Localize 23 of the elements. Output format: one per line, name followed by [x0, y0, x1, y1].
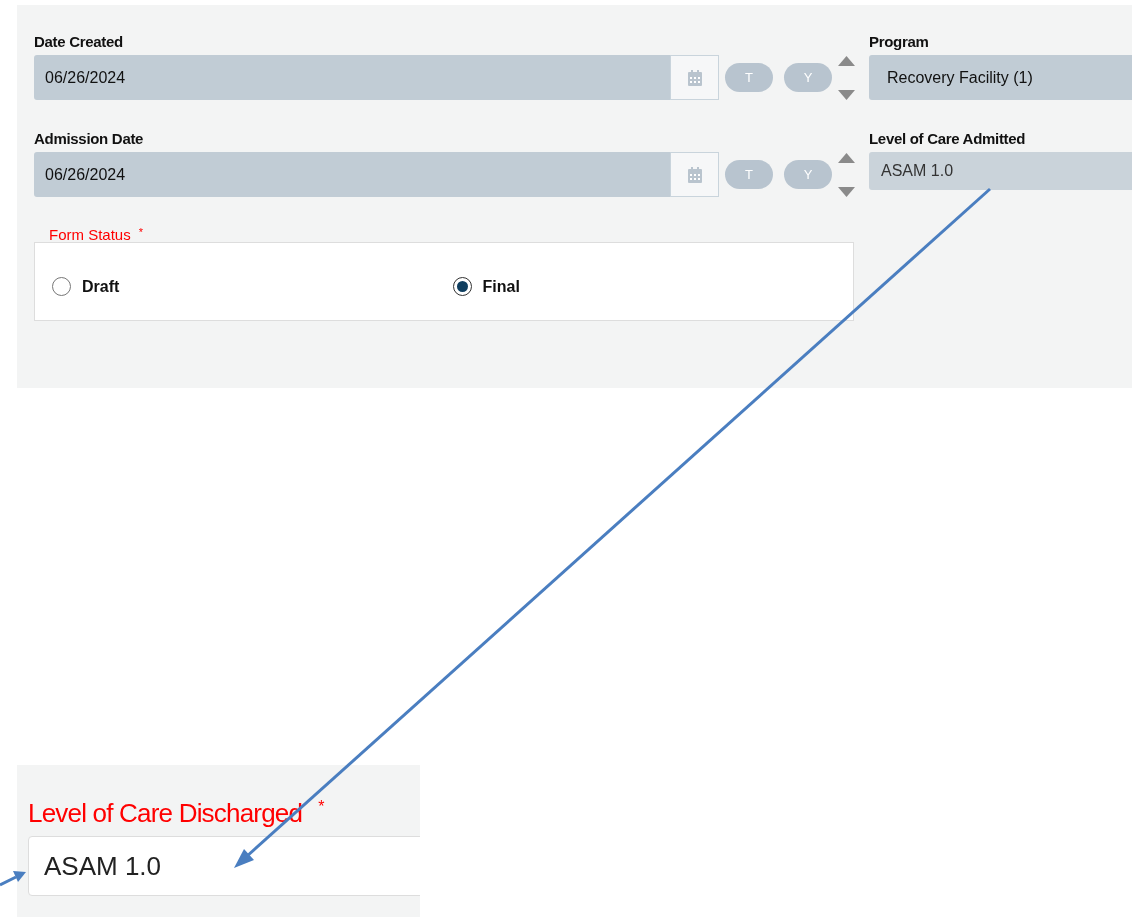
up-arrow-icon: [838, 152, 855, 163]
down-arrow-icon: [838, 186, 855, 197]
form-status-label: Form Status: [49, 226, 132, 243]
required-mark: *: [318, 798, 325, 816]
radio-button[interactable]: [452, 277, 472, 296]
up-arrow-icon: [838, 55, 855, 66]
annotation-arrow: [0, 871, 26, 887]
date-field[interactable]: 06/26/2024: [34, 152, 670, 197]
radio-option[interactable]: Final: [452, 277, 853, 296]
field-label: Level of Care Admitted: [869, 129, 1026, 147]
field-label: Admission Date: [34, 129, 145, 147]
field-label: Date Created: [34, 32, 124, 50]
level-field[interactable]: ASAM 1.0: [28, 836, 420, 896]
down-arrow-icon: [838, 89, 855, 100]
required-mark: *: [138, 226, 144, 238]
calendar-icon: [687, 166, 702, 183]
radio-option[interactable]: Draft: [52, 277, 453, 296]
radio-button[interactable]: [52, 277, 71, 296]
program-select[interactable]: Recovery Facility (1): [869, 55, 1132, 100]
calendar-icon: [687, 69, 702, 86]
field-label: Program: [869, 32, 929, 50]
level-field: ASAM 1.0: [869, 152, 1132, 190]
date-field[interactable]: 06/26/2024: [34, 55, 670, 100]
